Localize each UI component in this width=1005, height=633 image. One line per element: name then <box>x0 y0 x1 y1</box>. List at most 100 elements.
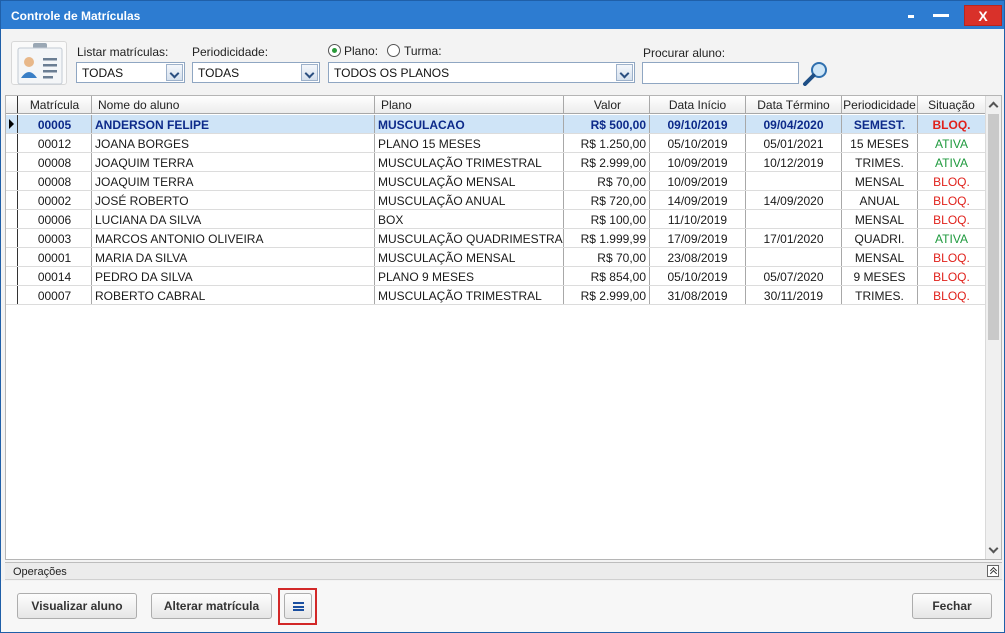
window-title: Controle de Matrículas <box>11 9 141 23</box>
cell-valor: R$ 100,00 <box>564 210 650 228</box>
cell-situacao: BLOQ. <box>918 172 986 190</box>
collapse-icon[interactable] <box>987 565 999 577</box>
cell-data-inicio: 11/10/2019 <box>650 210 746 228</box>
table-row[interactable]: 00002 JOSÉ ROBERTO MUSCULAÇÃO ANUAL R$ 720,… <box>6 191 986 210</box>
more-options-button[interactable] <box>284 593 312 619</box>
search-input[interactable] <box>642 62 799 84</box>
table-row[interactable]: 00012 JOANA BORGES PLANO 15 MESES R$ 1.250,… <box>6 134 986 153</box>
cell-nome: JOAQUIM TERRA <box>92 172 375 190</box>
cell-matricula: 00002 <box>18 191 92 209</box>
radio-turma[interactable] <box>387 44 400 57</box>
cell-plano: MUSCULAÇÃO QUADRIMESTRAL <box>375 229 564 247</box>
cell-situacao: BLOQ. <box>918 191 986 209</box>
header-nome[interactable]: Nome do aluno <box>92 96 375 113</box>
menu-icon <box>293 602 304 611</box>
cell-periodicidade: 15 MESES <box>842 134 918 152</box>
periodicidade-label: Periodicidade: <box>192 45 269 59</box>
cell-valor: R$ 2.999,00 <box>564 153 650 171</box>
cell-plano: MUSCULACAO <box>375 115 564 133</box>
cell-plano: MUSCULAÇÃO MENSAL <box>375 248 564 266</box>
cell-periodicidade: ANUAL <box>842 191 918 209</box>
cell-data-termino <box>746 172 842 190</box>
cell-valor: R$ 70,00 <box>564 172 650 190</box>
chevron-down-icon[interactable] <box>301 64 318 81</box>
header-valor[interactable]: Valor <box>564 96 650 113</box>
table-row[interactable]: 00007 ROBERTO CABRAL MUSCULAÇÃO TRIMESTRAL… <box>6 286 986 305</box>
table-row[interactable]: 00008 JOAQUIM TERRA MUSCULAÇÃO TRIMESTRAL R… <box>6 153 986 172</box>
header-indicator <box>6 96 18 113</box>
operations-panel: Visualizar aluno Alterar matrícula Fecha… <box>1 581 1004 632</box>
periodicidade-select[interactable]: TODAS <box>192 62 320 83</box>
cell-data-inicio: 09/10/2019 <box>650 115 746 133</box>
cell-nome: PEDRO DA SILVA <box>92 267 375 285</box>
header-data-inicio[interactable]: Data Início <box>650 96 746 113</box>
table-row[interactable]: 00005 ANDERSON FELIPE MUSCULACAO R$ 500,00 0… <box>6 115 986 134</box>
table-row[interactable]: 00001 MARIA DA SILVA MUSCULAÇÃO MENSAL R$ 7… <box>6 248 986 267</box>
row-indicator <box>6 248 18 266</box>
cell-data-inicio: 05/10/2019 <box>650 267 746 285</box>
cell-situacao: BLOQ. <box>918 210 986 228</box>
cell-data-termino: 30/11/2019 <box>746 286 842 304</box>
cell-matricula: 00012 <box>18 134 92 152</box>
table-row[interactable]: 00008 JOAQUIM TERRA MUSCULAÇÃO MENSAL R$ 70… <box>6 172 986 191</box>
row-indicator <box>6 229 18 247</box>
cell-data-termino <box>746 210 842 228</box>
row-indicator <box>6 153 18 171</box>
radio-plano[interactable] <box>328 44 341 57</box>
cell-data-inicio: 10/09/2019 <box>650 172 746 190</box>
cell-valor: R$ 2.999,00 <box>564 286 650 304</box>
cell-data-inicio: 17/09/2019 <box>650 229 746 247</box>
table-row[interactable]: 00003 MARCOS ANTONIO OLIVEIRA MUSCULAÇÃO Q… <box>6 229 986 248</box>
plano-select[interactable]: TODOS OS PLANOS <box>328 62 635 83</box>
scroll-down-icon[interactable] <box>986 542 1001 558</box>
chevron-down-icon[interactable] <box>616 64 633 81</box>
minimize-small-button[interactable] <box>901 5 921 25</box>
cell-valor: R$ 70,00 <box>564 248 650 266</box>
filter-panel: Listar matrículas: TODAS Periodicidade: … <box>1 29 1004 93</box>
header-data-termino[interactable]: Data Término <box>746 96 842 113</box>
header-situacao[interactable]: Situação <box>918 96 986 113</box>
grid-scrollbar[interactable] <box>985 96 1001 559</box>
search-icon[interactable] <box>802 60 830 86</box>
cell-data-termino <box>746 248 842 266</box>
cell-data-inicio: 10/09/2019 <box>650 153 746 171</box>
cell-situacao: ATIVA <box>918 153 986 171</box>
cell-periodicidade: QUADRI. <box>842 229 918 247</box>
header-periodicidade[interactable]: Periodicidade <box>842 96 918 113</box>
table-row[interactable]: 00006 LUCIANA DA SILVA BOX R$ 100,00 11/10/2… <box>6 210 986 229</box>
student-card-icon <box>11 41 67 85</box>
header-plano[interactable]: Plano <box>375 96 564 113</box>
listar-select-value: TODAS <box>82 66 124 80</box>
scroll-up-icon[interactable] <box>986 97 1001 113</box>
cell-nome: JOAQUIM TERRA <box>92 153 375 171</box>
cell-data-termino: 05/07/2020 <box>746 267 842 285</box>
close-window-button[interactable]: X <box>964 5 1002 26</box>
listar-select[interactable]: TODAS <box>76 62 185 83</box>
cell-data-inicio: 05/10/2019 <box>650 134 746 152</box>
cell-nome: ROBERTO CABRAL <box>92 286 375 304</box>
cell-matricula: 00001 <box>18 248 92 266</box>
visualizar-aluno-button[interactable]: Visualizar aluno <box>17 593 137 619</box>
title-bar: Controle de Matrículas X <box>1 1 1004 29</box>
header-matricula[interactable]: Matrícula <box>18 96 92 113</box>
cell-situacao: BLOQ. <box>918 267 986 285</box>
cell-matricula: 00008 <box>18 172 92 190</box>
cell-data-inicio: 23/08/2019 <box>650 248 746 266</box>
minimize-button[interactable] <box>929 5 953 25</box>
table-row[interactable]: 00014 PEDRO DA SILVA PLANO 9 MESES R$ 854,0… <box>6 267 986 286</box>
scroll-thumb[interactable] <box>988 114 999 340</box>
chevron-down-icon[interactable] <box>166 64 183 81</box>
row-indicator <box>6 191 18 209</box>
row-indicator <box>6 115 18 133</box>
cell-nome: MARIA DA SILVA <box>92 248 375 266</box>
cell-valor: R$ 500,00 <box>564 115 650 133</box>
radio-turma-label[interactable]: Turma: <box>404 44 442 58</box>
alterar-matricula-button[interactable]: Alterar matrícula <box>151 593 272 619</box>
cell-situacao: ATIVA <box>918 229 986 247</box>
cell-situacao: BLOQ. <box>918 115 986 133</box>
fechar-button[interactable]: Fechar <box>912 593 992 619</box>
enrollment-grid[interactable]: Matrícula Nome do aluno Plano Valor Data… <box>5 95 1002 560</box>
listar-label: Listar matrículas: <box>77 45 169 59</box>
radio-plano-label[interactable]: Plano: <box>344 44 378 58</box>
cell-situacao: BLOQ. <box>918 286 986 304</box>
